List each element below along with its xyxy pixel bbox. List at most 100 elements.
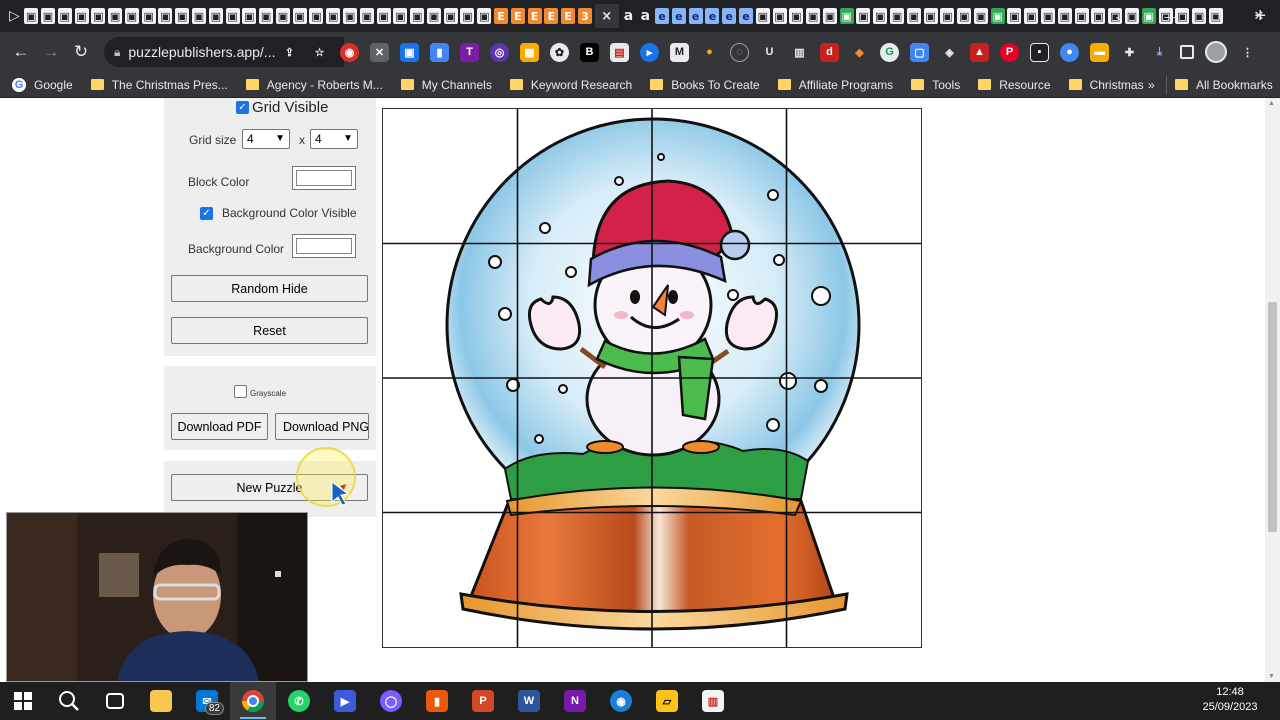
browser-tab[interactable]: ▣: [158, 8, 173, 24]
browser-tab[interactable]: ▣: [443, 8, 458, 24]
downloads-icon[interactable]: ⤓: [1150, 43, 1169, 62]
browser-tab[interactable]: ▣: [225, 8, 240, 24]
browser-tab[interactable]: ▣: [973, 8, 988, 24]
reset-button[interactable]: Reset: [171, 317, 368, 344]
browser-tab[interactable]: ▣: [57, 8, 72, 24]
file-explorer-icon[interactable]: [138, 682, 184, 720]
obs-icon[interactable]: ◯: [368, 682, 414, 720]
extension-t-icon[interactable]: T: [460, 42, 479, 62]
browser-tab[interactable]: ▣: [460, 8, 475, 24]
extension-chart-icon[interactable]: ▥: [790, 43, 809, 62]
browser-tab[interactable]: ▣: [275, 8, 290, 24]
extensions-puzzle-icon[interactable]: ✚: [1120, 43, 1139, 62]
extension-m-icon[interactable]: M: [670, 42, 689, 62]
browser-tab[interactable]: ▣: [890, 8, 905, 24]
bookmark-affiliate-programs[interactable]: Affiliate Programs: [770, 72, 903, 98]
site-info-icon[interactable]: 🔒︎: [114, 45, 120, 60]
browser-tab[interactable]: ▣: [74, 8, 89, 24]
browser-tab[interactable]: E: [561, 8, 576, 24]
scroll-up-icon[interactable]: ▲: [1268, 100, 1275, 107]
background-color-visible-checkbox[interactable]: ✓: [200, 207, 213, 220]
browser-tab[interactable]: ▣: [326, 8, 341, 24]
share-icon[interactable]: ⇪: [280, 43, 299, 62]
active-tab-close-icon[interactable]: ×: [594, 4, 619, 28]
bookmark-tools[interactable]: Tools: [903, 72, 970, 98]
address-bar[interactable]: 🔒︎ puzzlepublishers.app/...: [104, 37, 344, 67]
close-window-icon[interactable]: ✕: [1236, 0, 1280, 32]
browser-tab[interactable]: ▣: [1024, 8, 1039, 24]
chrome-icon[interactable]: [230, 682, 276, 720]
bookmark-star-icon[interactable]: ☆: [310, 43, 329, 62]
browser-tab[interactable]: e: [671, 8, 686, 24]
mail-icon[interactable]: ✉ 82: [184, 682, 230, 720]
browser-tab[interactable]: ▣: [906, 8, 921, 24]
browser-tab[interactable]: ▣: [856, 8, 871, 24]
random-hide-button[interactable]: Random Hide: [171, 275, 368, 302]
tab-search-chevron-icon[interactable]: ⌄: [1096, 0, 1142, 32]
browser-tab[interactable]: ▷: [7, 8, 21, 24]
whatsapp-icon[interactable]: ✆: [276, 682, 322, 720]
back-arrow-icon[interactable]: ←: [6, 37, 36, 67]
scroll-down-icon[interactable]: ▼: [1268, 673, 1275, 680]
browser-tab[interactable]: ▣: [923, 8, 938, 24]
extension-eye-icon[interactable]: ◎: [490, 42, 509, 62]
grid-visible-checkbox[interactable]: ✓: [236, 101, 249, 114]
bookmark-books-to-create[interactable]: Books To Create: [642, 72, 770, 98]
browser-tab[interactable]: ▣: [410, 8, 425, 24]
browser-tab[interactable]: E: [510, 8, 525, 24]
browser-tab[interactable]: ▣: [873, 8, 888, 24]
browser-tab[interactable]: ▣: [940, 8, 955, 24]
browser-tab[interactable]: ▣: [359, 8, 374, 24]
extension-doc-icon[interactable]: ▮: [430, 42, 449, 62]
extension-grammarly-icon[interactable]: G: [880, 42, 899, 62]
extension-calendar-icon[interactable]: ▢: [910, 42, 929, 62]
bookmark-resource[interactable]: Resource: [970, 72, 1060, 98]
puzzle-canvas[interactable]: [382, 108, 922, 648]
grid-cols-select[interactable]: 4 ▼: [310, 129, 358, 149]
browser-tab[interactable]: ▣: [789, 8, 804, 24]
browser-tab[interactable]: e: [655, 8, 670, 24]
browser-tab[interactable]: ▣: [343, 8, 358, 24]
browser-tab[interactable]: ▣: [309, 8, 324, 24]
extension-diamond-icon[interactable]: ◆: [850, 43, 869, 62]
page-scrollbar[interactable]: ▲ ▼: [1265, 98, 1280, 682]
browser-tab[interactable]: ▣: [772, 8, 787, 24]
browser-tab[interactable]: ▣: [1041, 8, 1056, 24]
reload-icon[interactable]: ↻: [66, 37, 96, 67]
extension-be-icon[interactable]: B: [580, 42, 599, 62]
taskbar-clock[interactable]: 12:48 25/09/2023: [1200, 685, 1260, 715]
browser-tab[interactable]: ▣: [376, 8, 391, 24]
browser-tab[interactable]: ▣: [124, 8, 139, 24]
extension-puzzle-icon[interactable]: ✿: [550, 42, 569, 62]
restore-icon[interactable]: ❐: [1192, 0, 1238, 32]
browser-tab[interactable]: e: [705, 8, 720, 24]
browser-tab[interactable]: e: [722, 8, 737, 24]
extension-sphere-icon[interactable]: ●: [1060, 42, 1079, 62]
scrollbar-thumb[interactable]: [1268, 302, 1277, 532]
app-blue-icon[interactable]: ◉: [598, 682, 644, 720]
powerpoint-icon[interactable]: P: [460, 682, 506, 720]
browser-tab[interactable]: 3: [577, 8, 592, 24]
sticky-notes-icon[interactable]: ▱: [644, 682, 690, 720]
browser-tab[interactable]: ▣: [24, 8, 39, 24]
minimize-icon[interactable]: —: [1148, 0, 1194, 32]
browser-tab[interactable]: E: [494, 8, 509, 24]
browser-tab[interactable]: ▣: [426, 8, 441, 24]
browser-tab[interactable]: e: [738, 8, 753, 24]
extension-image-icon[interactable]: ▤: [610, 42, 629, 62]
windows-start-icon[interactable]: [0, 682, 46, 720]
browser-tab[interactable]: ▣: [141, 8, 156, 24]
browser-tab[interactable]: ▣: [40, 8, 55, 24]
browser-tab[interactable]: a: [622, 8, 636, 24]
recorder-icon[interactable]: ▮: [414, 682, 460, 720]
extension-tag-icon[interactable]: ◈: [940, 43, 959, 62]
onenote-icon[interactable]: N: [552, 682, 598, 720]
pinterest-icon[interactable]: P: [1000, 42, 1019, 62]
grid-rows-select[interactable]: 4 ▼: [242, 129, 290, 149]
avatar[interactable]: [1205, 41, 1227, 63]
extension-red-icon[interactable]: ◉: [340, 42, 359, 62]
browser-tab[interactable]: E: [527, 8, 542, 24]
word-icon[interactable]: W: [506, 682, 552, 720]
bookmark-keyword-research[interactable]: Keyword Research: [502, 72, 642, 98]
browser-tab[interactable]: ▣: [91, 8, 106, 24]
